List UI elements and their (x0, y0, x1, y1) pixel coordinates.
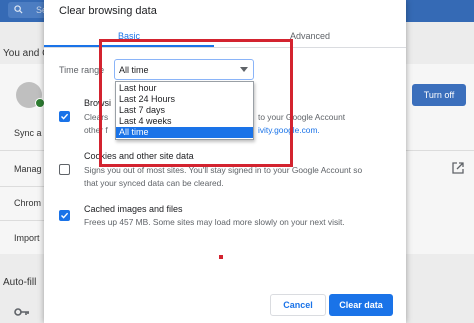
checkmark-icon (61, 113, 69, 120)
section-heading-autofill: Auto-fill (3, 277, 37, 288)
cached-images-desc: Frees up 457 MB. Some sites may load mor… (84, 217, 345, 227)
divider (0, 150, 44, 151)
cached-images-checkbox[interactable] (59, 210, 70, 221)
external-link-icon[interactable] (452, 162, 464, 174)
checkmark-icon (61, 212, 69, 219)
settings-item-chrome-name[interactable]: Chrom (14, 198, 41, 208)
key-icon (14, 308, 29, 316)
divider (0, 186, 44, 187)
browsing-history-checkbox[interactable] (59, 111, 70, 122)
annotation-highlight-box (99, 39, 293, 167)
cookies-checkbox[interactable] (59, 164, 70, 175)
search-icon (14, 5, 23, 14)
section-heading-you-and-google: You and G (3, 48, 50, 59)
cancel-button[interactable]: Cancel (270, 294, 326, 316)
turn-off-sync-button[interactable]: Turn off (412, 84, 466, 106)
time-range-label: Time range (59, 65, 105, 75)
settings-item-import[interactable]: Import (14, 233, 40, 243)
annotation-dot (219, 255, 223, 259)
cached-images-title: Cached images and files (84, 204, 183, 214)
divider (0, 220, 44, 221)
cookies-desc-line2: that your synced data can be cleared. (84, 178, 224, 188)
divider (405, 150, 474, 151)
dialog-title: Clear browsing data (59, 5, 157, 17)
clear-data-button[interactable]: Clear data (329, 294, 393, 316)
settings-item-manage[interactable]: Manag (14, 164, 42, 174)
settings-item-sync[interactable]: Sync a (14, 128, 42, 138)
